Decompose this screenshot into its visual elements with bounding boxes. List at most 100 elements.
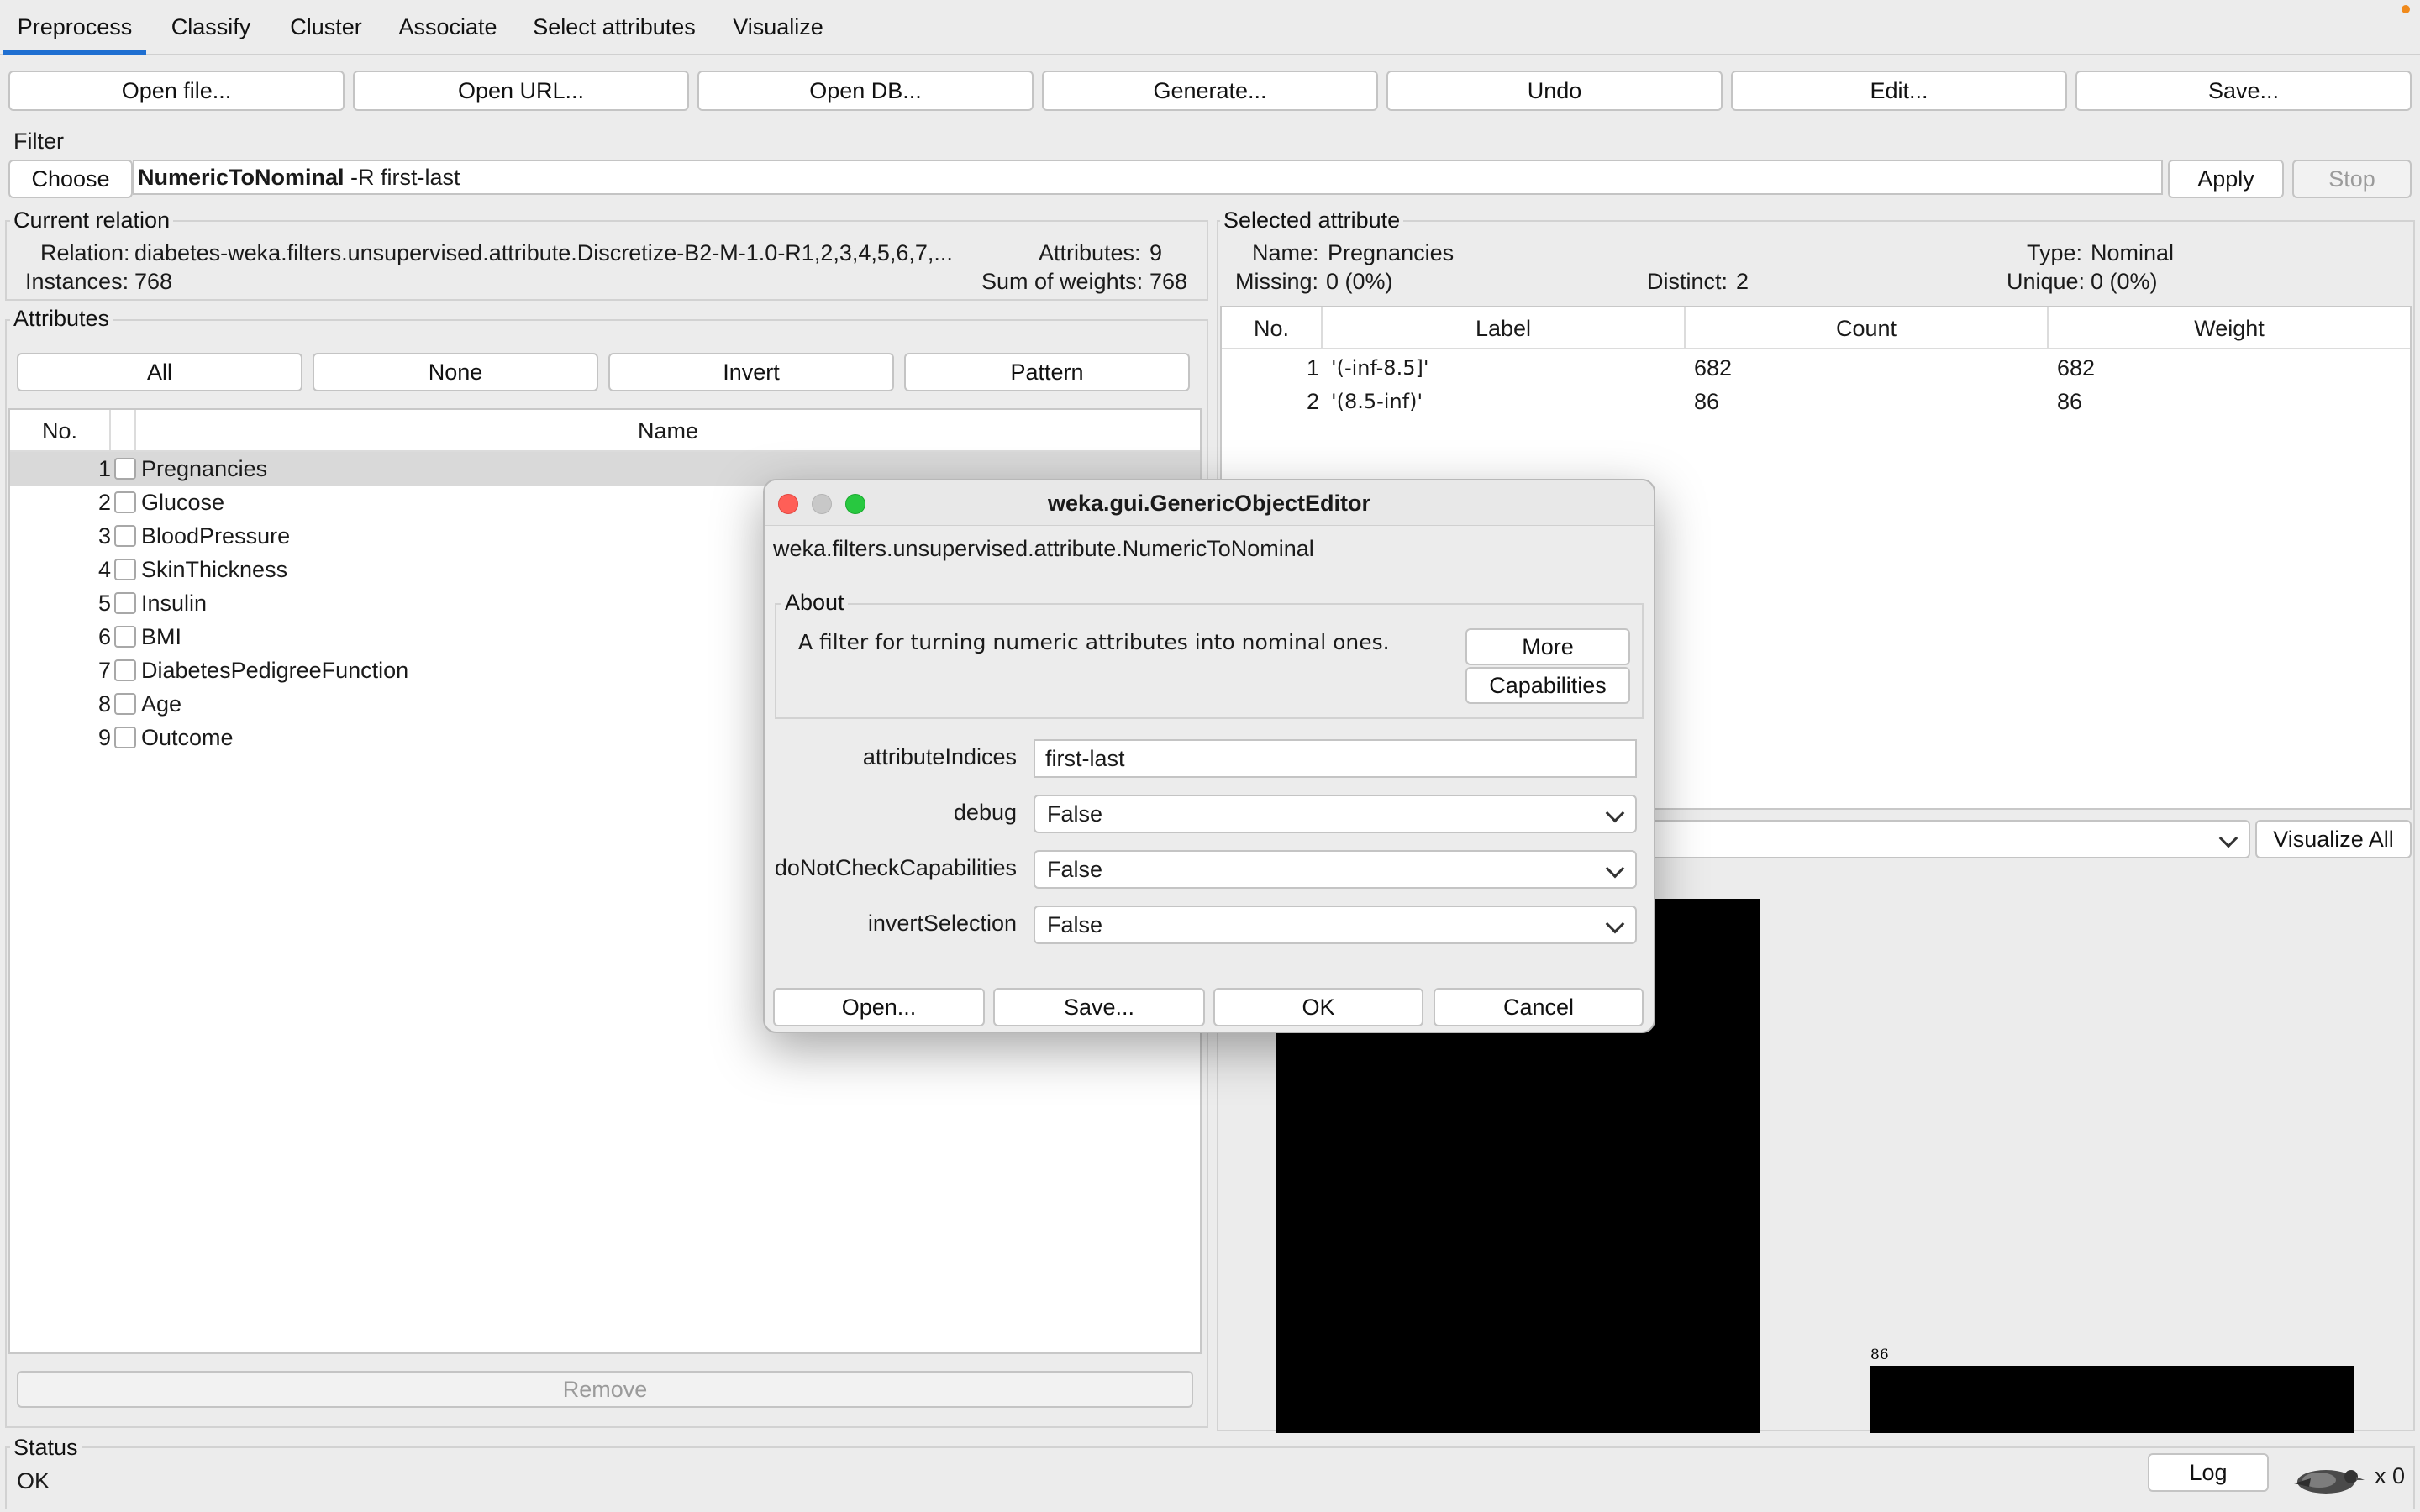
row-label: '(-inf-8.5]'	[1331, 356, 1429, 380]
chevron-down-icon	[2218, 828, 2238, 848]
tab-select-attributes[interactable]: Select attributes	[521, 0, 708, 54]
relation-label: Relation:	[40, 240, 130, 265]
do-not-check-capabilities-value: False	[1047, 857, 1103, 882]
column-header-count[interactable]: Count	[1686, 307, 2049, 349]
select-all-button[interactable]: All	[17, 353, 302, 391]
tab-preprocess[interactable]: Preprocess	[3, 0, 146, 54]
choose-filter-button[interactable]: Choose	[8, 160, 133, 198]
invert-selection-select[interactable]: False	[1034, 906, 1637, 944]
tab-cluster[interactable]: Cluster	[274, 0, 378, 54]
tab-visualize[interactable]: Visualize	[719, 0, 837, 54]
attribute-indices-input[interactable]: first-last	[1034, 739, 1637, 778]
status-text: OK	[17, 1468, 50, 1494]
tab-associate[interactable]: Associate	[387, 0, 509, 54]
dialog-save-button[interactable]: Save...	[993, 988, 1205, 1026]
column-header-name[interactable]: Name	[136, 410, 1200, 452]
row-number: 7	[97, 658, 111, 683]
sum-of-weights-value: 768	[1150, 269, 1188, 294]
row-checkbox[interactable]	[114, 491, 136, 513]
attribute-indices-label: attributeIndices	[862, 744, 1017, 769]
row-weight: 86	[2057, 389, 2083, 414]
do-not-check-capabilities-select[interactable]: False	[1034, 850, 1637, 889]
save-button[interactable]: Save...	[2075, 71, 2412, 111]
chevron-down-icon	[1605, 914, 1625, 934]
row-attribute-name: Pregnancies	[141, 456, 268, 481]
pattern-button[interactable]: Pattern	[904, 353, 1190, 391]
filter-legend: Filter	[13, 129, 64, 154]
attr-distinct-label: Distinct:	[1647, 269, 1728, 294]
generate-button[interactable]: Generate...	[1042, 71, 1378, 111]
debug-select[interactable]: False	[1034, 795, 1637, 833]
row-number: 4	[97, 557, 111, 582]
status-panel	[5, 1446, 2415, 1509]
column-header-checkbox[interactable]	[111, 410, 136, 452]
attributes-label: Attributes:	[1039, 240, 1141, 265]
table-row[interactable]: 2 '(8.5-inf)' 86 86	[1222, 385, 2410, 418]
row-number: 8	[97, 691, 111, 717]
filter-text-field[interactable]: NumericToNominal -R first-last	[133, 160, 2163, 195]
chevron-down-icon	[1605, 803, 1625, 823]
attr-missing-value: 0 (0%)	[1326, 269, 1393, 294]
row-number: 2	[1306, 389, 1319, 414]
row-attribute-name: BMI	[141, 624, 182, 649]
tab-bar: Preprocess Classify Cluster Associate Se…	[0, 0, 2420, 55]
row-checkbox[interactable]	[114, 727, 136, 748]
open-url-button[interactable]: Open URL...	[353, 71, 689, 111]
row-checkbox[interactable]	[114, 559, 136, 580]
dialog-class-name: weka.filters.unsupervised.attribute.Nume…	[773, 536, 1314, 561]
row-number: 9	[97, 725, 111, 750]
stop-button: Stop	[2292, 160, 2412, 198]
more-button[interactable]: More	[1465, 628, 1630, 665]
apply-button[interactable]: Apply	[2168, 160, 2284, 198]
filter-name: NumericToNominal	[138, 165, 345, 190]
column-header-label[interactable]: Label	[1323, 307, 1686, 349]
row-number: 1	[1306, 355, 1319, 381]
invert-selection-label: invertSelection	[867, 911, 1017, 936]
row-count: 86	[1694, 389, 1720, 414]
attribute-indices-value: first-last	[1045, 746, 1125, 771]
column-header-no[interactable]: No.	[1222, 307, 1323, 349]
select-none-button[interactable]: None	[313, 353, 598, 391]
task-count: x 0	[2375, 1463, 2406, 1488]
row-weight: 682	[2057, 355, 2096, 381]
row-checkbox[interactable]	[114, 659, 136, 681]
visualize-all-button[interactable]: Visualize All	[2255, 820, 2412, 858]
dialog-cancel-button[interactable]: Cancel	[1434, 988, 1644, 1026]
attr-type-value: Nominal	[2091, 240, 2175, 265]
row-number: 1	[97, 456, 111, 481]
status-legend: Status	[10, 1435, 82, 1460]
row-checkbox[interactable]	[114, 458, 136, 480]
open-db-button[interactable]: Open DB...	[697, 71, 1034, 111]
column-header-no[interactable]: No.	[10, 410, 111, 452]
attr-name-value: Pregnancies	[1328, 240, 1455, 265]
open-file-button[interactable]: Open file...	[8, 71, 345, 111]
relation-value: diabetes-weka.filters.unsupervised.attri…	[134, 240, 953, 265]
row-checkbox[interactable]	[114, 626, 136, 648]
dialog-open-button[interactable]: Open...	[773, 988, 985, 1026]
generic-object-editor-dialog: weka.gui.GenericObjectEditor weka.filter…	[763, 479, 1655, 1033]
attributes-value: 9	[1150, 240, 1163, 265]
capabilities-button[interactable]: Capabilities	[1465, 667, 1630, 704]
row-checkbox[interactable]	[114, 693, 136, 715]
attr-unique-label: Unique:	[2007, 269, 2086, 294]
invert-selection-button[interactable]: Invert	[608, 353, 894, 391]
sum-of-weights-label: Sum of weights:	[981, 269, 1144, 294]
dialog-title-bar[interactable]: weka.gui.GenericObjectEditor	[765, 480, 1654, 526]
column-header-weight[interactable]: Weight	[2049, 307, 2410, 349]
row-number: 5	[97, 591, 111, 616]
row-attribute-name: DiabetesPedigreeFunction	[141, 658, 409, 683]
row-number: 6	[97, 624, 111, 649]
tab-classify[interactable]: Classify	[156, 0, 266, 54]
about-text: A filter for turning numeric attributes …	[798, 630, 1390, 654]
row-attribute-name: BloodPressure	[141, 523, 291, 549]
edit-button[interactable]: Edit...	[1731, 71, 2067, 111]
attr-missing-label: Missing:	[1235, 269, 1319, 294]
dialog-ok-button[interactable]: OK	[1213, 988, 1423, 1026]
row-checkbox[interactable]	[114, 592, 136, 614]
log-button[interactable]: Log	[2148, 1453, 2269, 1492]
remove-button: Remove	[17, 1371, 1193, 1408]
tab-active-indicator	[3, 50, 146, 55]
table-row[interactable]: 1 '(-inf-8.5]' 682 682	[1222, 351, 2410, 385]
row-checkbox[interactable]	[114, 525, 136, 547]
undo-button[interactable]: Undo	[1386, 71, 1723, 111]
